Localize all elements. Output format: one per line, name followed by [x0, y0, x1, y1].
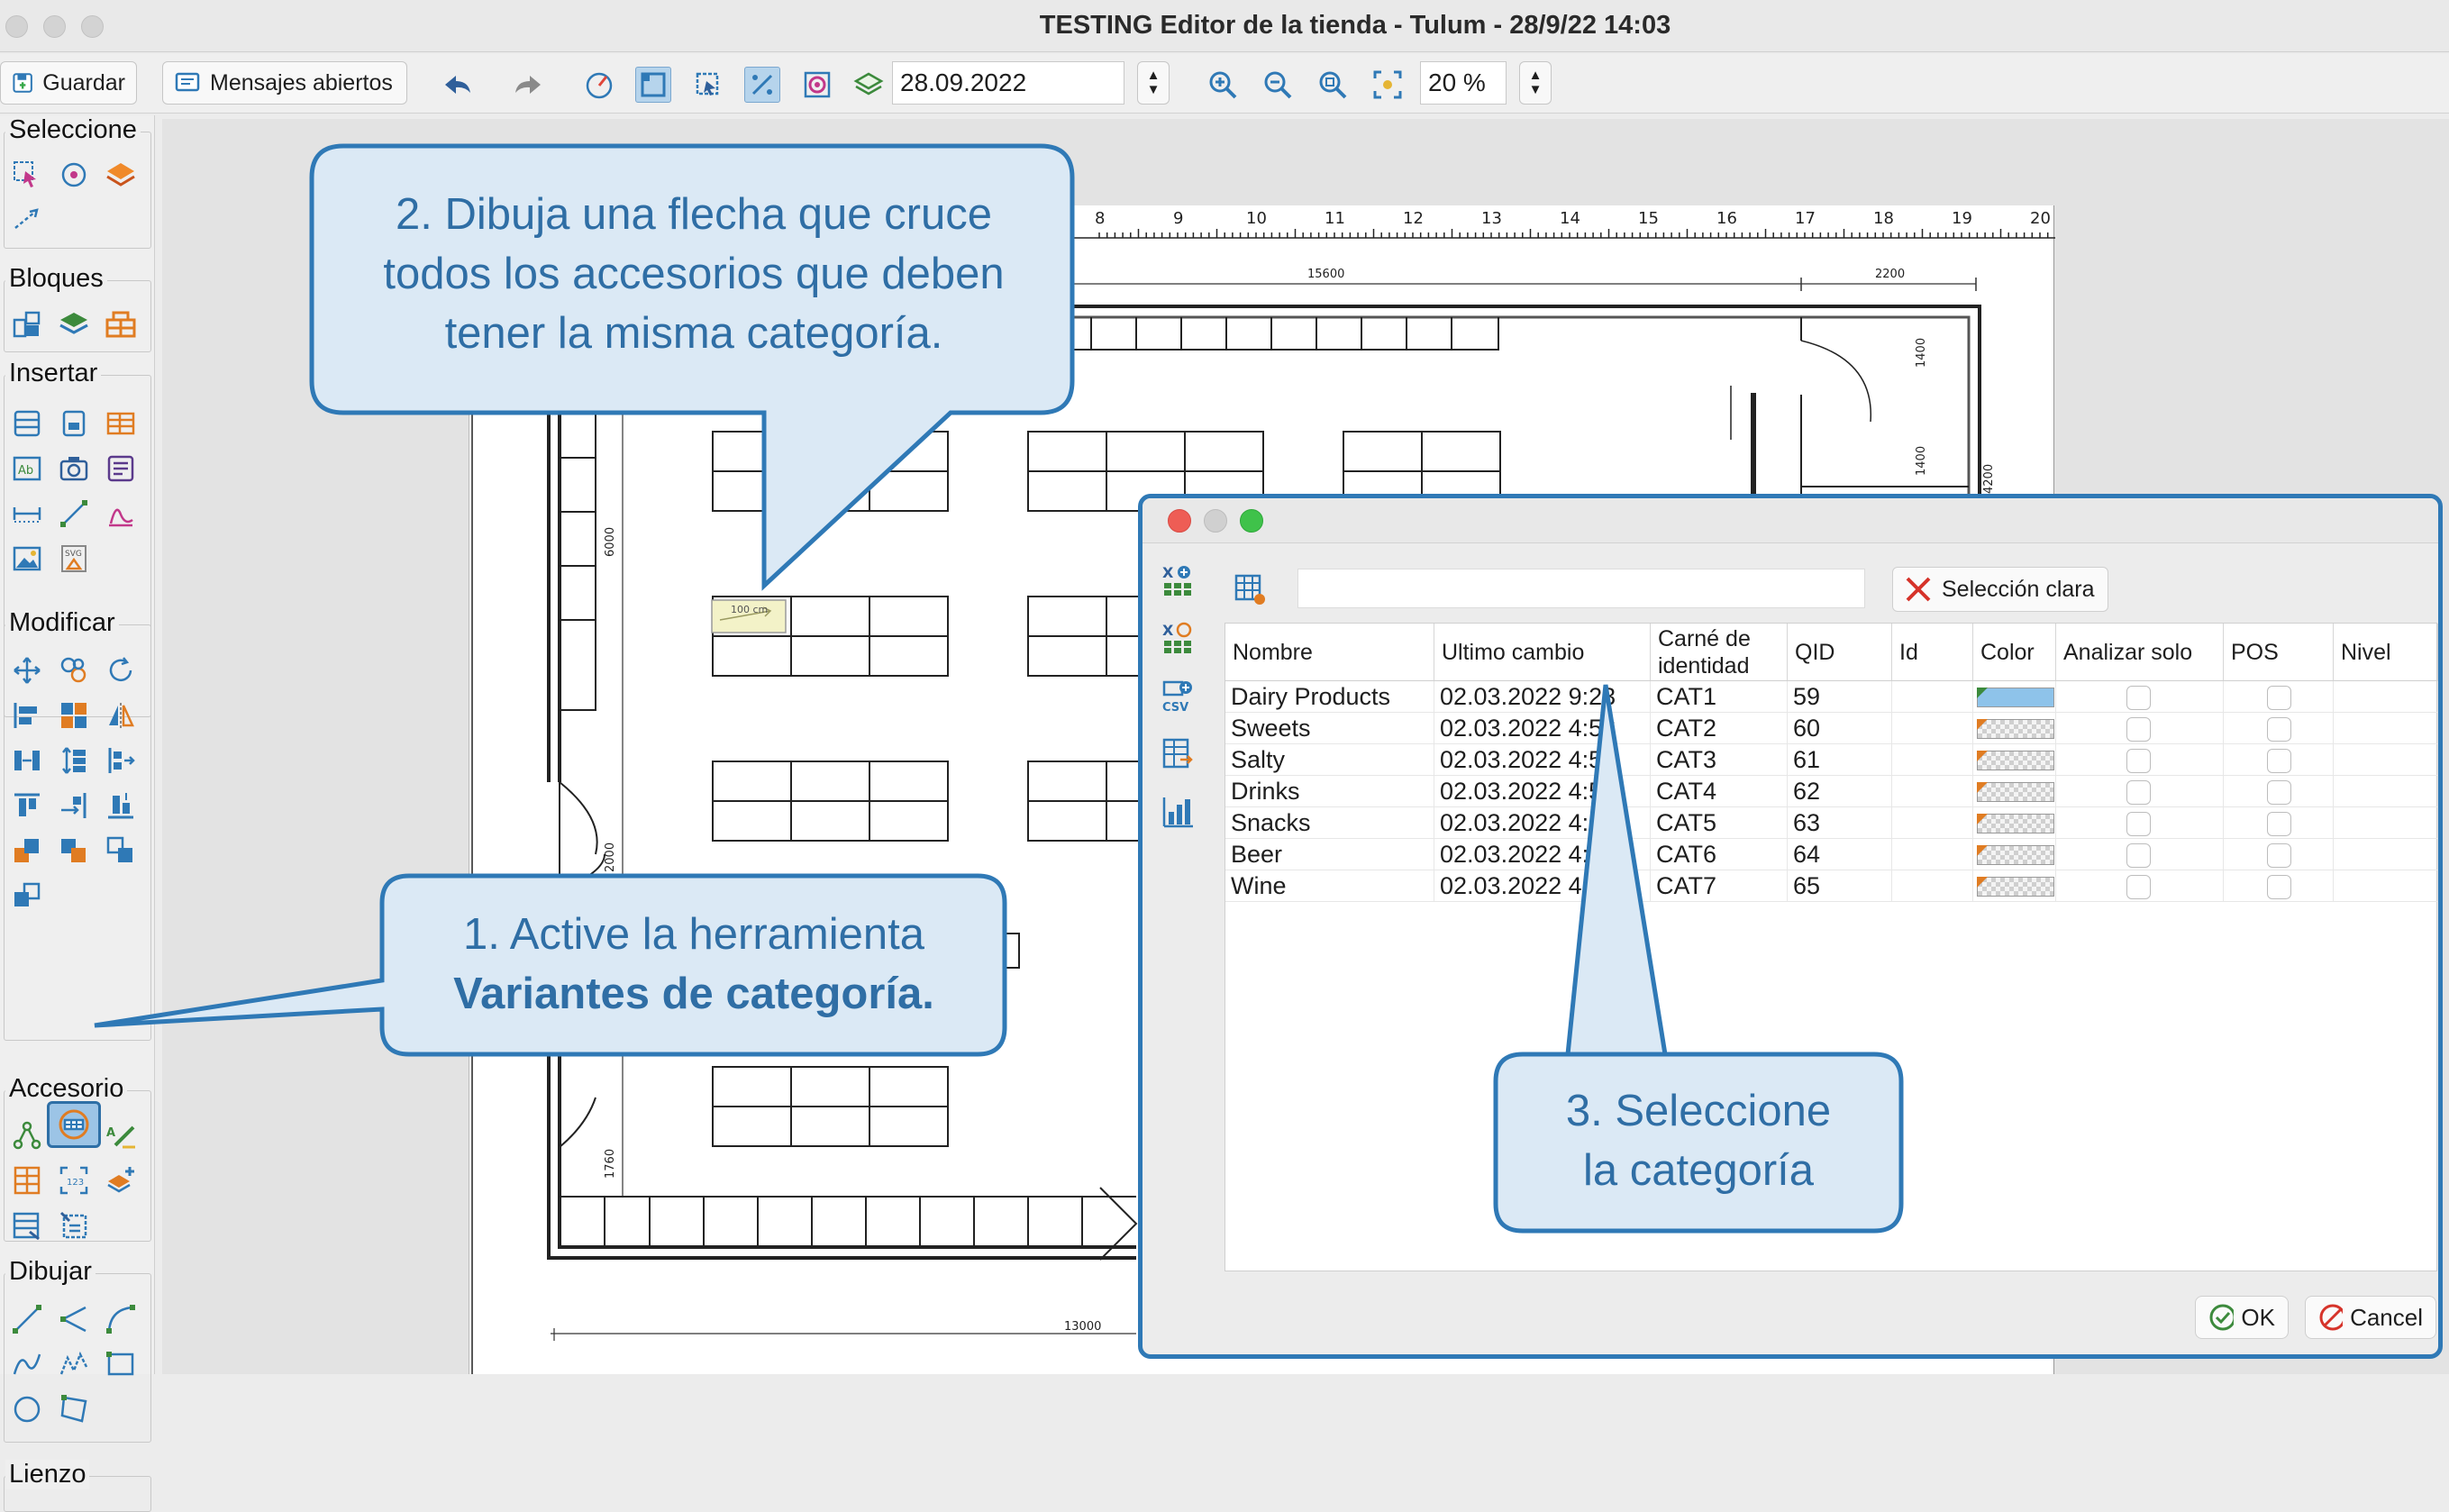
callout-step2-text: 2. Dibuja una flecha que cruce todos los… [324, 185, 1063, 363]
callout-step3-text: 3. Seleccione la categoría [1500, 1081, 1897, 1200]
callout-step2-line1: 2. Dibuja una flecha que cruce [396, 190, 992, 239]
canvas-group-title: Lienzo [5, 1460, 90, 1489]
callout-step2-line2: todos los accesorios que deben [383, 250, 1005, 298]
callout-step1-line2: Variantes de categoría. [453, 970, 934, 1018]
draw-circle-icon[interactable] [9, 1391, 45, 1427]
callout-step2-line3: tener la misma categoría. [444, 309, 943, 358]
callout-step3-line2: la categoría [1582, 1146, 1815, 1195]
callout-step1-text: 1. Active la herramienta Variantes de ca… [387, 905, 1000, 1024]
callout-step3-line1: 3. Seleccione [1565, 1087, 1832, 1135]
callout-step1-line1: 1. Active la herramienta [462, 910, 925, 959]
draw-polygon-icon[interactable] [56, 1391, 92, 1427]
